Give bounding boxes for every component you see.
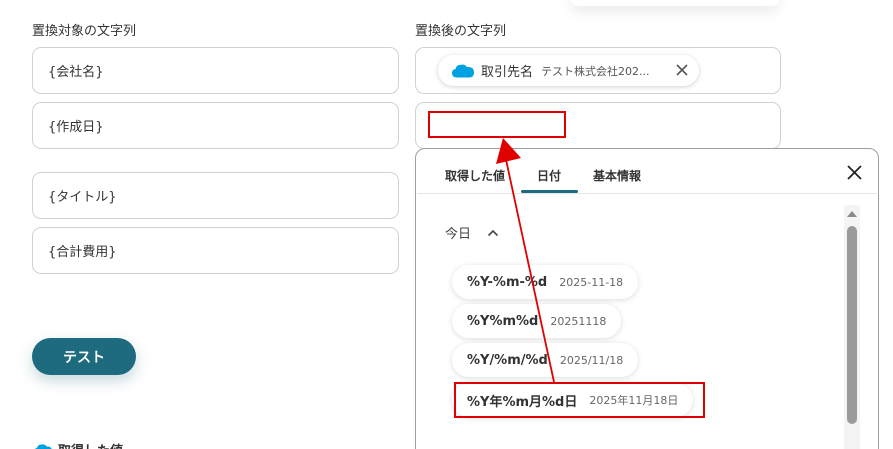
date-format-option[interactable]: %Y/%m/%d 2025/11/18 bbox=[452, 343, 639, 377]
source-field-title[interactable]: {タイトル} bbox=[32, 172, 399, 219]
close-icon[interactable] bbox=[675, 63, 689, 77]
tab-retrieved-values[interactable]: 取得した値 bbox=[445, 167, 505, 184]
date-format-option[interactable]: %Y-%m-%d 2025-11-18 bbox=[452, 265, 639, 299]
section-today-label: 今日 bbox=[445, 227, 472, 242]
test-button[interactable]: テスト bbox=[32, 338, 136, 375]
annotation-highlight-box bbox=[454, 382, 705, 418]
date-format-option[interactable]: %Y%m%d 20251118 bbox=[452, 304, 622, 338]
replacement-strings-label: 置換後の文字列 bbox=[415, 24, 507, 39]
section-today[interactable]: 今日 bbox=[445, 223, 499, 242]
source-field-date[interactable]: {作成日} bbox=[32, 102, 399, 149]
scroll-up-icon[interactable] bbox=[846, 210, 858, 218]
annotation-target-box bbox=[428, 111, 566, 138]
scrollbar-thumb[interactable] bbox=[847, 226, 857, 424]
tab-basic-info[interactable]: 基本情報 bbox=[593, 167, 641, 184]
value-chip[interactable]: 取引先名 テスト株式会社202... bbox=[438, 55, 699, 86]
chevron-up-icon bbox=[487, 229, 499, 236]
source-strings-label: 置換対象の文字列 bbox=[32, 24, 137, 39]
close-icon[interactable] bbox=[846, 164, 863, 181]
chip-label: 取引先名 bbox=[481, 65, 534, 80]
salesforce-cloud-icon bbox=[34, 443, 52, 449]
date-example: 2025-11-18 bbox=[559, 275, 624, 289]
salesforce-cloud-icon bbox=[452, 64, 474, 77]
date-format: %Y/%m/%d bbox=[467, 352, 548, 368]
tab-date[interactable]: 日付 bbox=[537, 167, 561, 184]
top-floating-shadow bbox=[570, 0, 780, 6]
tab-divider bbox=[417, 193, 877, 194]
scrollbar[interactable] bbox=[844, 205, 860, 449]
retrieved-values-heading: 取得した値 bbox=[34, 440, 123, 449]
source-field-company[interactable]: {会社名} bbox=[32, 47, 399, 94]
date-format: %Y%m%d bbox=[467, 313, 539, 329]
chip-value: テスト株式会社202... bbox=[541, 64, 650, 78]
retrieved-values-label: 取得した値 bbox=[58, 440, 123, 449]
source-field-total[interactable]: {合計費用} bbox=[32, 227, 399, 274]
date-example: 20251118 bbox=[550, 314, 607, 328]
date-format: %Y-%m-%d bbox=[467, 274, 548, 290]
date-example: 2025/11/18 bbox=[559, 353, 624, 367]
